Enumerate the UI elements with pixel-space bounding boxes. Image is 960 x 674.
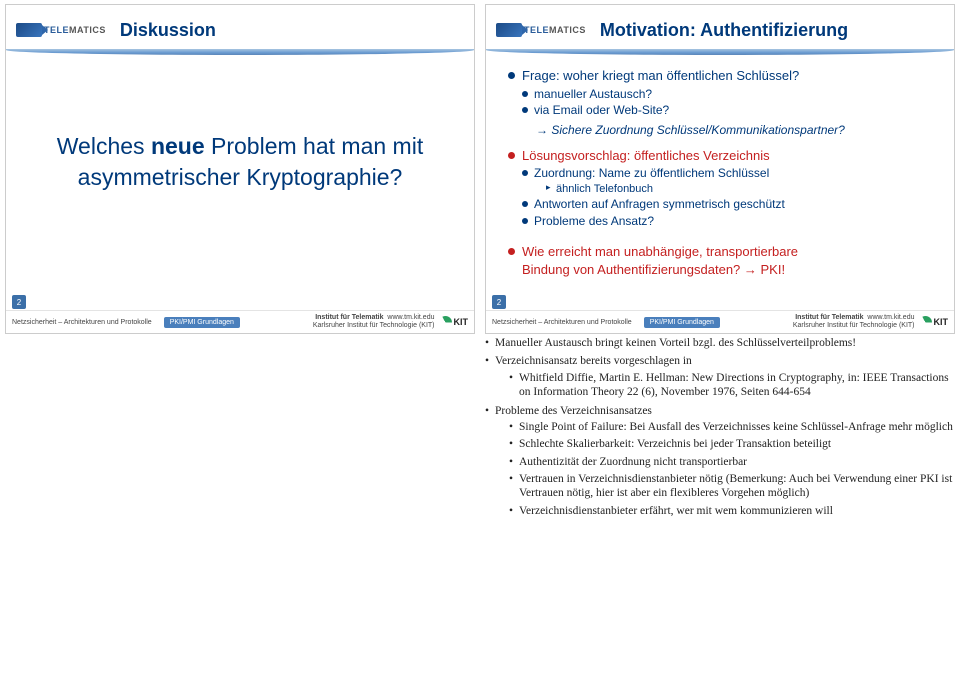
footer-course: Netzsicherheit – Architekturen und Proto… [12, 319, 152, 326]
slide-right-footer: 2 Netzsicherheit – Architekturen und Pro… [486, 310, 954, 333]
sub-mapping: Zuordnung: Name zu öffentlichem Schlüsse… [522, 166, 932, 196]
bullet-question: Frage: woher kriegt man öffentlichen Sch… [508, 67, 932, 85]
sub-problems: Probleme des Ansatz? [522, 214, 932, 230]
slide-left: TELEMATICS Diskussion Welches neue Probl… [5, 4, 475, 334]
sub-symmetric: Antworten auf Anfragen symmetrisch gesch… [522, 197, 932, 213]
subsub-phonebook: ähnlich Telefonbuch [546, 182, 932, 196]
note-2: Verzeichnisansatz bereits vorgeschlagen … [485, 354, 955, 399]
bullet-pki: Wie erreicht man unabhängige, transporti… [508, 243, 932, 278]
sub-email: via Email oder Web-Site? [522, 103, 932, 119]
footer-institute: Institut für Telematik www.tm.kit.edu Ka… [793, 314, 915, 329]
footer-topic: PKI/PMI Grundlagen [164, 317, 240, 328]
header-swoosh-icon [486, 49, 954, 55]
telematics-logo: TELEMATICS [16, 23, 106, 37]
discussion-question: Welches neue Problem hat man mit asymmet… [28, 131, 452, 193]
kit-fan-icon [919, 316, 932, 329]
note-3: Probleme des Verzeichnisansatzes Single … [485, 404, 955, 519]
telematics-logo-text: TELEMATICS [44, 25, 106, 35]
q-bold: neue [151, 133, 205, 159]
footer-inst2: Karlsruher Institut für Technologie (KIT… [313, 322, 435, 329]
note-3-text: Probleme des Verzeichnisansatzes [495, 405, 652, 417]
q-part2: asymmetrischer Kryptographie? [78, 164, 403, 190]
slide-right-title: Motivation: Authentifizierung [600, 20, 944, 41]
footer-inst2: Karlsruher Institut für Technologie (KIT… [793, 322, 915, 329]
pki-line1: Wie erreicht man unabhängige, transporti… [522, 244, 798, 259]
kit-logo: KIT [439, 316, 469, 329]
kit-text: KIT [934, 317, 949, 327]
note-3c: Authentizität der Zuordnung nicht transp… [509, 455, 955, 469]
telematics-logo: TELEMATICS [496, 23, 586, 37]
note-3d: Vertrauen in Verzeichnisdienstanbieter n… [509, 472, 955, 501]
slide-left-title: Diskussion [120, 20, 464, 41]
footer-course: Netzsicherheit – Architekturen und Proto… [492, 319, 632, 326]
slide-right-header: TELEMATICS Motivation: Authentifizierung [486, 5, 954, 59]
sub-manual: manueller Austausch? [522, 87, 932, 103]
footer-inst1: Institut für Telematik [315, 314, 383, 321]
telematics-logo-icon [16, 23, 42, 37]
telematics-logo-icon [496, 23, 522, 37]
telematics-logo-text: TELEMATICS [524, 25, 586, 35]
slide-right: TELEMATICS Motivation: Authentifizierung… [485, 4, 955, 334]
arrow-secure-mapping: Sichere Zuordnung Schlüssel/Kommunikatio… [508, 123, 932, 137]
footer-url: www.tm.kit.edu [387, 314, 434, 321]
slide-right-body: Frage: woher kriegt man öffentlichen Sch… [486, 59, 954, 310]
q-part1: Welches [57, 133, 151, 159]
note-2a: Whitfield Diffie, Martin E. Hellman: New… [509, 371, 955, 400]
slide-left-footer: 2 Netzsicherheit – Architekturen und Pro… [6, 310, 474, 333]
page-number: 2 [492, 295, 506, 309]
pki-line2: Bindung von Authentifizierungsdaten? → P… [522, 262, 785, 277]
kit-fan-icon [439, 316, 452, 329]
page-number: 2 [12, 295, 26, 309]
slide-left-header: TELEMATICS Diskussion [6, 5, 474, 59]
footer-topic: PKI/PMI Grundlagen [644, 317, 720, 328]
note-3e: Verzeichnisdienstanbieter erfährt, wer m… [509, 504, 955, 518]
slide-left-body: Welches neue Problem hat man mit asymmet… [6, 59, 474, 310]
footer-institute: Institut für Telematik www.tm.kit.edu Ka… [313, 314, 435, 329]
sub-mapping-text: Zuordnung: Name zu öffentlichem Schlüsse… [534, 166, 769, 180]
bullet-solution: Lösungsvorschlag: öffentliches Verzeichn… [508, 147, 932, 165]
note-3b: Schlechte Skalierbarkeit: Verzeichnis be… [509, 437, 955, 451]
header-swoosh-icon [6, 49, 474, 55]
note-1: Manueller Austausch bringt keinen Vortei… [485, 336, 955, 350]
note-3a: Single Point of Failure: Bei Ausfall des… [509, 420, 955, 434]
note-2-text: Verzeichnisansatz bereits vorgeschlagen … [495, 355, 692, 367]
q-part1b: Problem hat man mit [205, 133, 424, 159]
logo-matics: MATICS [549, 25, 586, 35]
logo-matics: MATICS [69, 25, 106, 35]
kit-logo: KIT [919, 316, 949, 329]
footer-url: www.tm.kit.edu [867, 314, 914, 321]
kit-text: KIT [454, 317, 469, 327]
speaker-notes: Manueller Austausch bringt keinen Vortei… [485, 336, 955, 518]
footer-inst1: Institut für Telematik [795, 314, 863, 321]
